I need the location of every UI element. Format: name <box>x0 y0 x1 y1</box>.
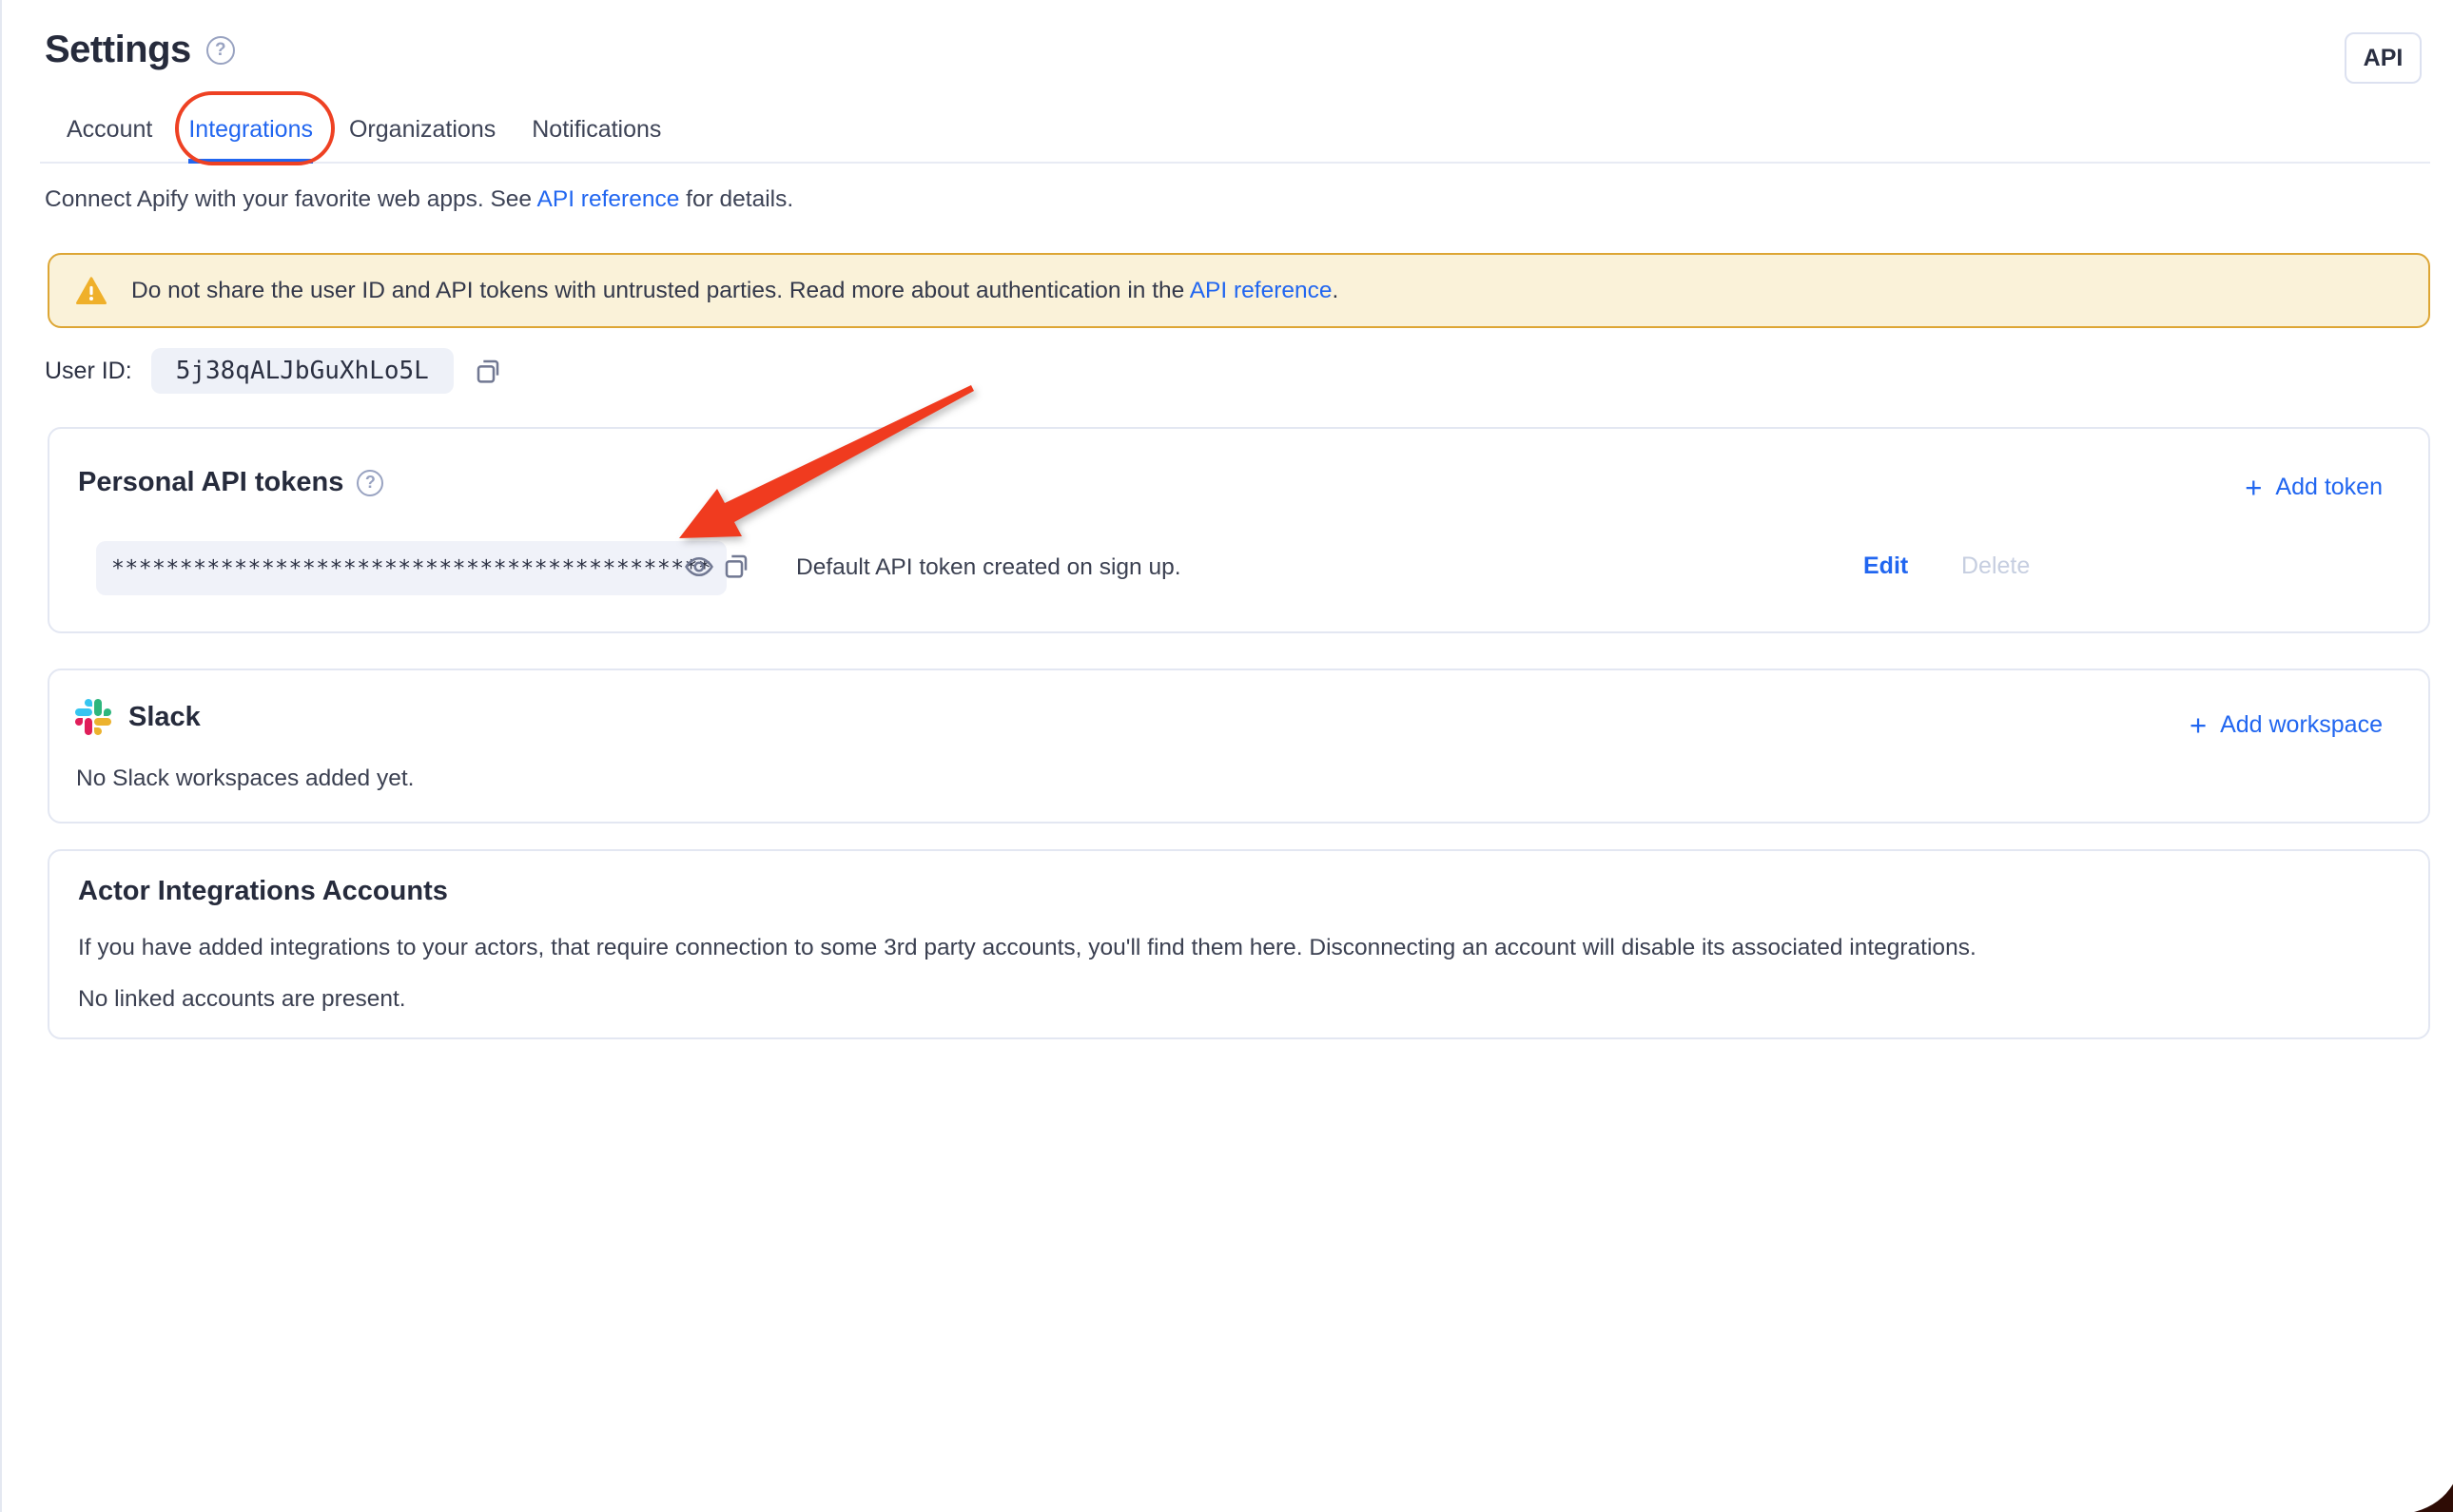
copy-icon <box>721 551 751 581</box>
plus-icon: + <box>2190 710 2207 740</box>
tab-notifications[interactable]: Notifications <box>532 103 661 162</box>
copy-icon <box>473 356 503 386</box>
personal-api-tokens-card: Personal API tokens ? + Add token ******… <box>48 427 2430 633</box>
slack-card-title: Slack <box>128 702 201 733</box>
copy-token-button[interactable] <box>721 551 751 581</box>
token-description: Default API token created on sign up. <box>796 554 1181 581</box>
masked-token-field[interactable]: ****************************************… <box>96 541 727 595</box>
add-workspace-label: Add workspace <box>2220 711 2383 739</box>
api-reference-link[interactable]: API reference <box>537 186 680 212</box>
settings-page: Settings ? API Account Integrations Orga… <box>0 0 2453 1512</box>
warning-before: Do not share the user ID and API tokens … <box>131 278 1190 303</box>
warning-banner: Do not share the user ID and API tokens … <box>48 253 2430 328</box>
actor-empty-text: No linked accounts are present. <box>78 986 406 1013</box>
add-workspace-button[interactable]: + Add workspace <box>2190 710 2383 740</box>
edit-token-button[interactable]: Edit <box>1863 552 1908 580</box>
page-header: Settings ? <box>45 29 235 71</box>
warning-api-reference-link[interactable]: API reference <box>1190 278 1333 303</box>
user-id-label: User ID: <box>45 358 132 385</box>
actor-card-description: If you have added integrations to your a… <box>78 935 1976 961</box>
warning-text: Do not share the user ID and API tokens … <box>131 278 1338 304</box>
reveal-token-button[interactable] <box>683 551 715 583</box>
tokens-card-title: Personal API tokens <box>78 467 343 498</box>
settings-tabs: Account Integrations Organizations Notif… <box>40 103 2430 164</box>
slack-logo-icon <box>75 699 111 735</box>
tab-organizations[interactable]: Organizations <box>349 103 496 162</box>
user-id-row: User ID: 5j38qALJbGuXhLo5L <box>45 348 503 394</box>
warning-after: . <box>1333 278 1339 303</box>
delete-token-button[interactable]: Delete <box>1961 552 2030 580</box>
actor-integrations-card: Actor Integrations Accounts If you have … <box>48 849 2430 1039</box>
intro-after: for details. <box>679 186 793 212</box>
help-icon[interactable]: ? <box>206 36 235 65</box>
eye-icon <box>683 551 715 583</box>
tab-account[interactable]: Account <box>67 103 152 162</box>
actor-card-title: Actor Integrations Accounts <box>78 876 448 907</box>
tokens-help-icon[interactable]: ? <box>357 470 383 496</box>
tab-integrations[interactable]: Integrations <box>188 103 313 164</box>
copy-user-id-button[interactable] <box>473 356 503 386</box>
warning-icon <box>76 277 107 305</box>
api-button[interactable]: API <box>2345 32 2422 84</box>
user-id-value: 5j38qALJbGuXhLo5L <box>151 348 454 394</box>
slack-card-header: Slack <box>75 699 201 735</box>
plus-icon: + <box>2245 473 2262 502</box>
page-title: Settings <box>45 29 191 71</box>
tokens-card-header: Personal API tokens ? <box>78 467 383 498</box>
intro-text: Connect Apify with your favorite web app… <box>45 186 793 213</box>
add-token-button[interactable]: + Add token <box>2245 473 2383 502</box>
intro-before: Connect Apify with your favorite web app… <box>45 186 537 212</box>
slack-card: Slack + Add workspace No Slack workspace… <box>48 669 2430 824</box>
slack-empty-text: No Slack workspaces added yet. <box>76 766 414 792</box>
add-token-label: Add token <box>2275 474 2383 501</box>
